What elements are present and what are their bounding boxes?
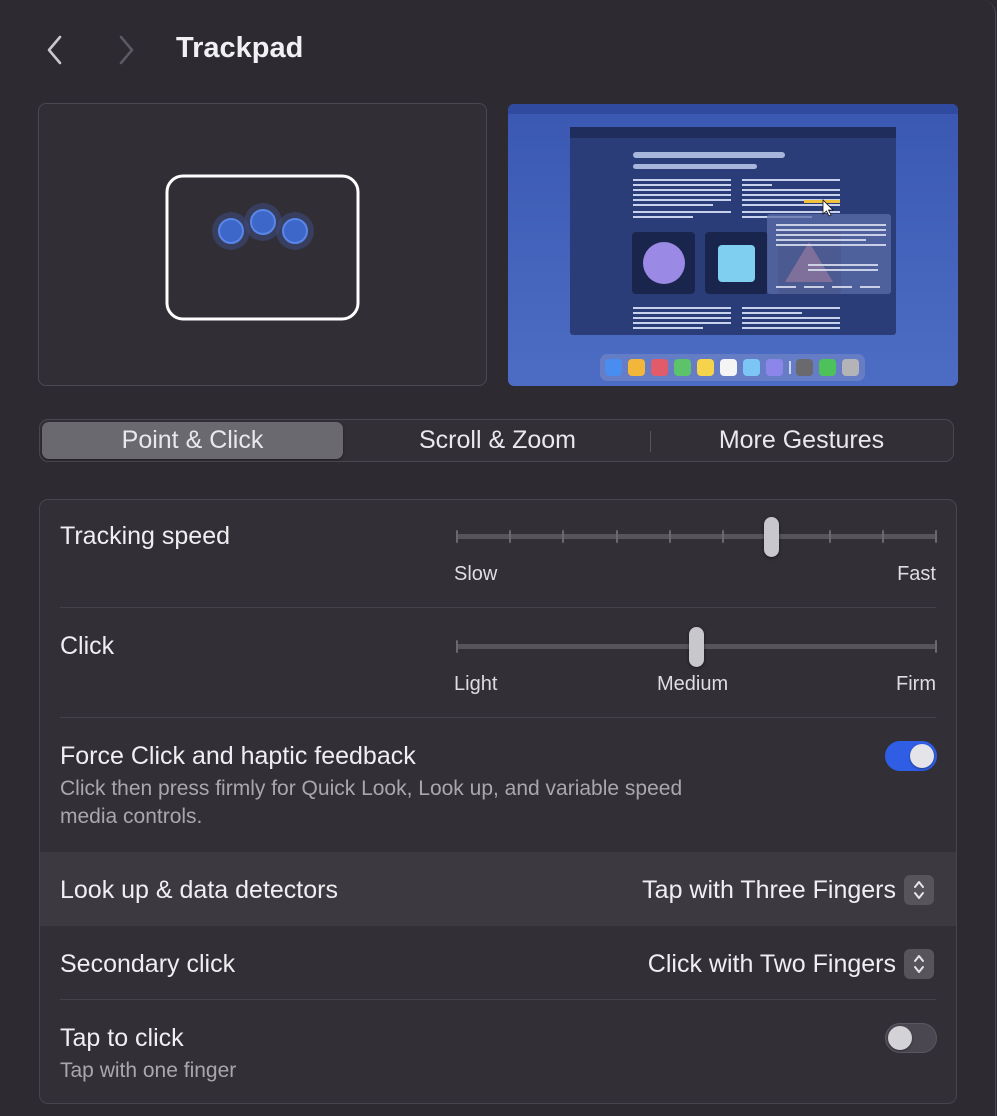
up-down-chevron-icon xyxy=(904,875,934,905)
slider-tick xyxy=(615,530,618,543)
tab-scroll-and-zoom[interactable]: Scroll & Zoom xyxy=(345,422,650,459)
tap-to-click-description: Tap with one finger xyxy=(60,1059,237,1082)
slider-tick xyxy=(456,640,458,653)
toggle-knob xyxy=(888,1026,912,1050)
slider-tick xyxy=(722,530,725,543)
force-click-description-line2: media controls. xyxy=(60,805,203,828)
trackpad-settings-window: Trackpad Point & Click Scroll & Zoom Mor… xyxy=(0,0,996,1116)
chevron-left-icon xyxy=(45,34,65,66)
tap-to-click-label: Tap to click xyxy=(60,1024,184,1052)
slider-track xyxy=(456,534,937,539)
slider-mid-label: Medium xyxy=(657,673,729,695)
gesture-preview-trackpad xyxy=(38,103,487,386)
tap-to-click-toggle[interactable] xyxy=(885,1023,937,1053)
slider-tick xyxy=(935,640,937,653)
look-up-value: Tap with Three Fingers xyxy=(642,875,896,904)
gesture-preview-screen xyxy=(508,104,958,386)
page-title: Trackpad xyxy=(176,32,304,64)
slider-max-label: Fast xyxy=(897,563,936,585)
slider-tick xyxy=(935,530,937,543)
click-label: Click xyxy=(60,632,115,660)
force-click-label: Force Click and haptic feedback xyxy=(60,742,416,770)
slider-tick xyxy=(456,530,458,543)
trackpad-illustration xyxy=(165,174,360,321)
tab-point-and-click[interactable]: Point & Click xyxy=(42,422,343,459)
tracking-speed-slider[interactable] xyxy=(456,517,937,557)
look-up-popup[interactable]: Tap with Three Fingers xyxy=(642,873,934,907)
slider-tick xyxy=(828,530,831,543)
divider xyxy=(60,999,936,1000)
slider-max-label: Firm xyxy=(896,673,936,695)
slider-min-label: Slow xyxy=(454,563,498,585)
toggle-knob xyxy=(910,744,934,768)
slider-tick xyxy=(668,530,671,543)
slider-thumb[interactable] xyxy=(689,627,704,667)
look-up-label: Look up & data detectors xyxy=(60,876,338,904)
desktop-illustration xyxy=(508,104,958,381)
slider-tick xyxy=(509,530,512,543)
tab-more-gestures[interactable]: More Gestures xyxy=(651,422,952,459)
force-click-description-line1: Click then press firmly for Quick Look, … xyxy=(60,777,683,800)
secondary-click-label: Secondary click xyxy=(60,950,236,978)
chevron-right-icon xyxy=(116,34,136,66)
back-button[interactable] xyxy=(35,30,75,70)
gesture-tabs: Point & Click Scroll & Zoom More Gesture… xyxy=(39,419,954,462)
click-pressure-slider[interactable] xyxy=(456,627,937,667)
secondary-click-popup[interactable]: Click with Two Fingers xyxy=(648,947,934,981)
up-down-chevron-icon xyxy=(904,949,934,979)
force-click-toggle[interactable] xyxy=(885,741,937,771)
secondary-click-value: Click with Two Fingers xyxy=(647,949,896,978)
forward-button[interactable] xyxy=(106,30,146,70)
slider-min-label: Light xyxy=(454,673,498,695)
slider-tick xyxy=(881,530,884,543)
divider xyxy=(60,607,936,608)
divider xyxy=(60,717,936,718)
slider-thumb[interactable] xyxy=(763,517,779,557)
tracking-speed-label: Tracking speed xyxy=(60,522,230,550)
settings-panel: Tracking speed Slow Fast Click Light Med… xyxy=(39,499,957,1104)
